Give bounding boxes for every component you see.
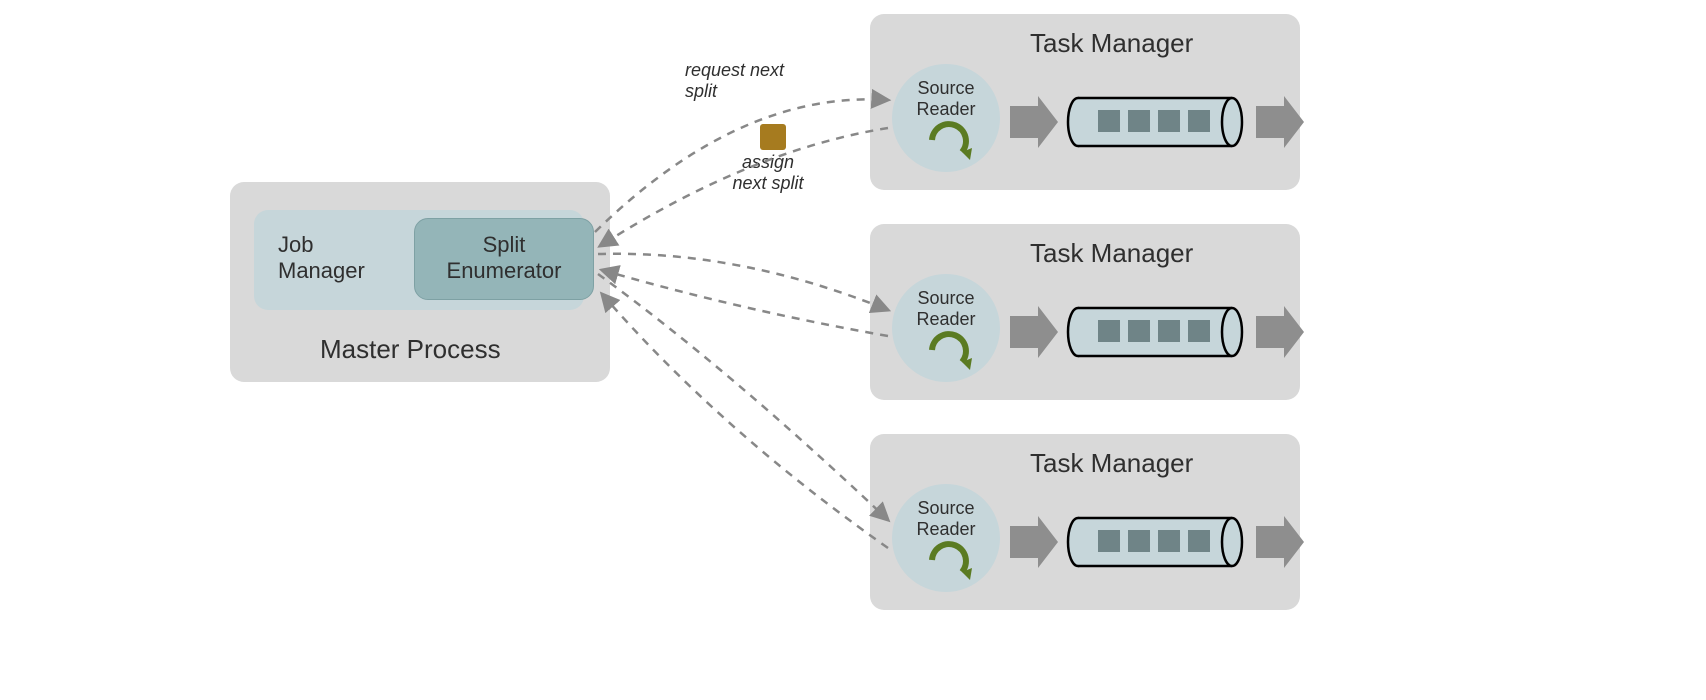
arrow-request-1 — [598, 254, 888, 310]
source-reader-label-2: Source Reader — [892, 498, 1000, 539]
arrow-request-2 — [598, 274, 888, 520]
task-manager-title-2: Task Manager — [1030, 448, 1193, 479]
master-process-label: Master Process — [320, 334, 501, 365]
request-next-split-label: request next split — [685, 60, 784, 101]
job-manager-label: Job Manager — [278, 232, 365, 285]
arrow-assign-1 — [602, 270, 888, 336]
arrow-assign-2 — [602, 294, 888, 548]
task-manager-title-0: Task Manager — [1030, 28, 1193, 59]
assign-next-split-label: assign next split — [718, 152, 818, 193]
source-reader-label-0: Source Reader — [892, 78, 1000, 119]
task-manager-title-1: Task Manager — [1030, 238, 1193, 269]
split-enumerator-label: Split Enumerator — [414, 232, 594, 285]
source-reader-label-1: Source Reader — [892, 288, 1000, 329]
split-cube-icon — [760, 124, 786, 150]
